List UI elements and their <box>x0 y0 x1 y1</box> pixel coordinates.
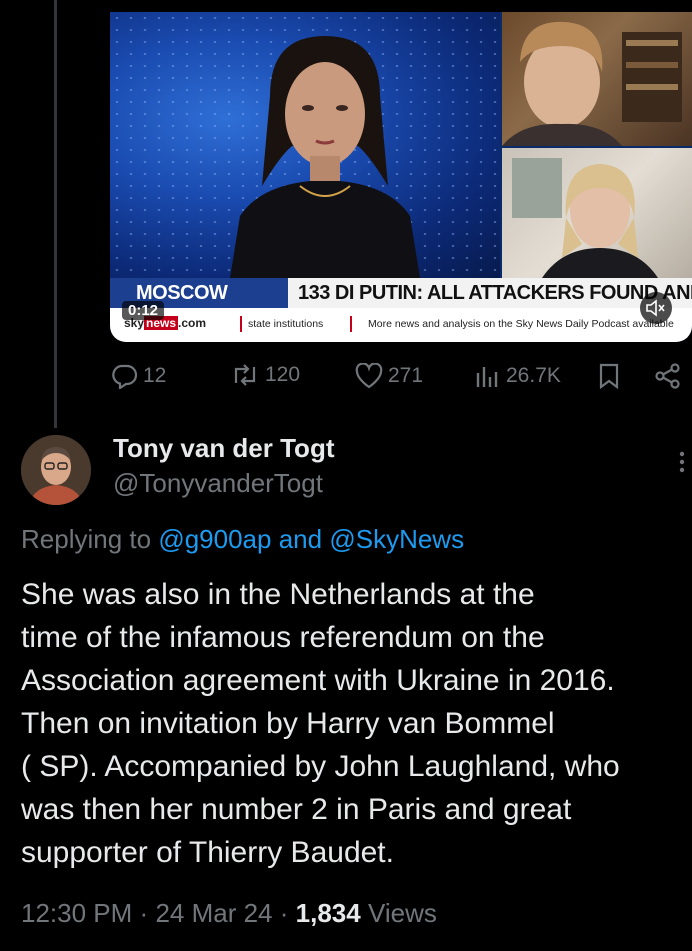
share-button[interactable] <box>654 363 687 389</box>
tweet-views-count[interactable]: 1,834 <box>296 898 361 928</box>
heart-icon <box>355 363 383 389</box>
muted-speaker-icon <box>646 299 665 317</box>
repost-icon <box>234 364 256 386</box>
mention-link[interactable]: @g900ap <box>158 524 271 554</box>
presenter-figure <box>230 36 420 278</box>
share-icon <box>655 363 680 389</box>
tweet-line: time of the infamous referendum on the <box>21 621 545 654</box>
thread-connector-line <box>54 0 57 428</box>
more-options-button[interactable] <box>678 450 686 474</box>
news-ticker: sky news .com state institutions More news… <box>110 308 692 342</box>
repost-button[interactable]: 120 <box>230 363 300 387</box>
author-name[interactable]: Tony van der Togt <box>113 433 334 464</box>
news-lower-third: MOSCOW ATTACK 133 DI PUTIN: ALL ATTACKER… <box>110 278 692 334</box>
like-count: 271 <box>388 364 424 387</box>
video-duration: 0:12 <box>122 301 165 320</box>
more-vertical-icon <box>679 451 685 473</box>
reply-button[interactable]: 12 <box>110 363 166 389</box>
author-handle[interactable]: @TonyvanderTogt <box>113 468 323 499</box>
mute-button[interactable] <box>640 292 672 324</box>
tweet-action-bar: 12 120 271 26.7K <box>110 363 692 393</box>
embedded-video[interactable]: MOSCOW ATTACK 133 DI PUTIN: ALL ATTACKER… <box>110 12 692 342</box>
avatar[interactable] <box>21 435 91 505</box>
analytics-icon <box>476 367 498 387</box>
mention-conjunction[interactable]: and <box>279 524 322 554</box>
ticker-item: More news and analysis on the Sky News D… <box>368 318 674 330</box>
like-button[interactable]: 271 <box>355 363 423 389</box>
reply-icon <box>112 364 138 389</box>
tweet-line: was then her number 2 in Paris and great <box>21 793 572 826</box>
lower-third-headline: 133 DI PUTIN: ALL ATTACKERS FOUND AND DE… <box>298 282 692 304</box>
tweet-meta: 12:30 PM · 24 Mar 24 · 1,834 Views <box>21 898 437 929</box>
tweet-line: She was also in the Netherlands at the <box>21 578 535 611</box>
mention-link[interactable]: @SkyNews <box>329 524 464 554</box>
tweet-views-label[interactable]: Views <box>368 898 437 928</box>
ticker-item: state institutions <box>248 318 324 330</box>
video-inset-bottom <box>502 148 692 278</box>
meta-separator: · <box>139 898 149 928</box>
tweet-date[interactable]: 24 Mar 24 <box>155 898 272 928</box>
tweet-text: She was also in the Netherlands at the t… <box>21 573 691 874</box>
reply-count: 12 <box>143 364 167 387</box>
bookmark-button[interactable] <box>598 363 625 389</box>
repost-count: 120 <box>265 363 301 386</box>
tweet-line: ( SP). Accompanied by John Laughland, wh… <box>21 750 620 783</box>
tweet-line: Association agreement with Ukraine in 20… <box>21 664 615 697</box>
tweet-time[interactable]: 12:30 PM <box>21 898 132 928</box>
tweet-line: Then on invitation by Harry van Bommel <box>21 707 555 740</box>
views-count: 26.7K <box>506 364 561 387</box>
tweet-line: supporter of Thierry Baudet. <box>21 836 394 869</box>
bookmark-icon <box>599 363 619 389</box>
replying-to: Replying to @g900ap and @SkyNews <box>21 524 464 555</box>
replying-to-label: Replying to <box>21 524 152 554</box>
video-inset-top <box>502 12 692 146</box>
meta-separator: · <box>279 898 289 928</box>
views-button[interactable]: 26.7K <box>475 363 561 389</box>
video-main-frame <box>110 12 500 278</box>
